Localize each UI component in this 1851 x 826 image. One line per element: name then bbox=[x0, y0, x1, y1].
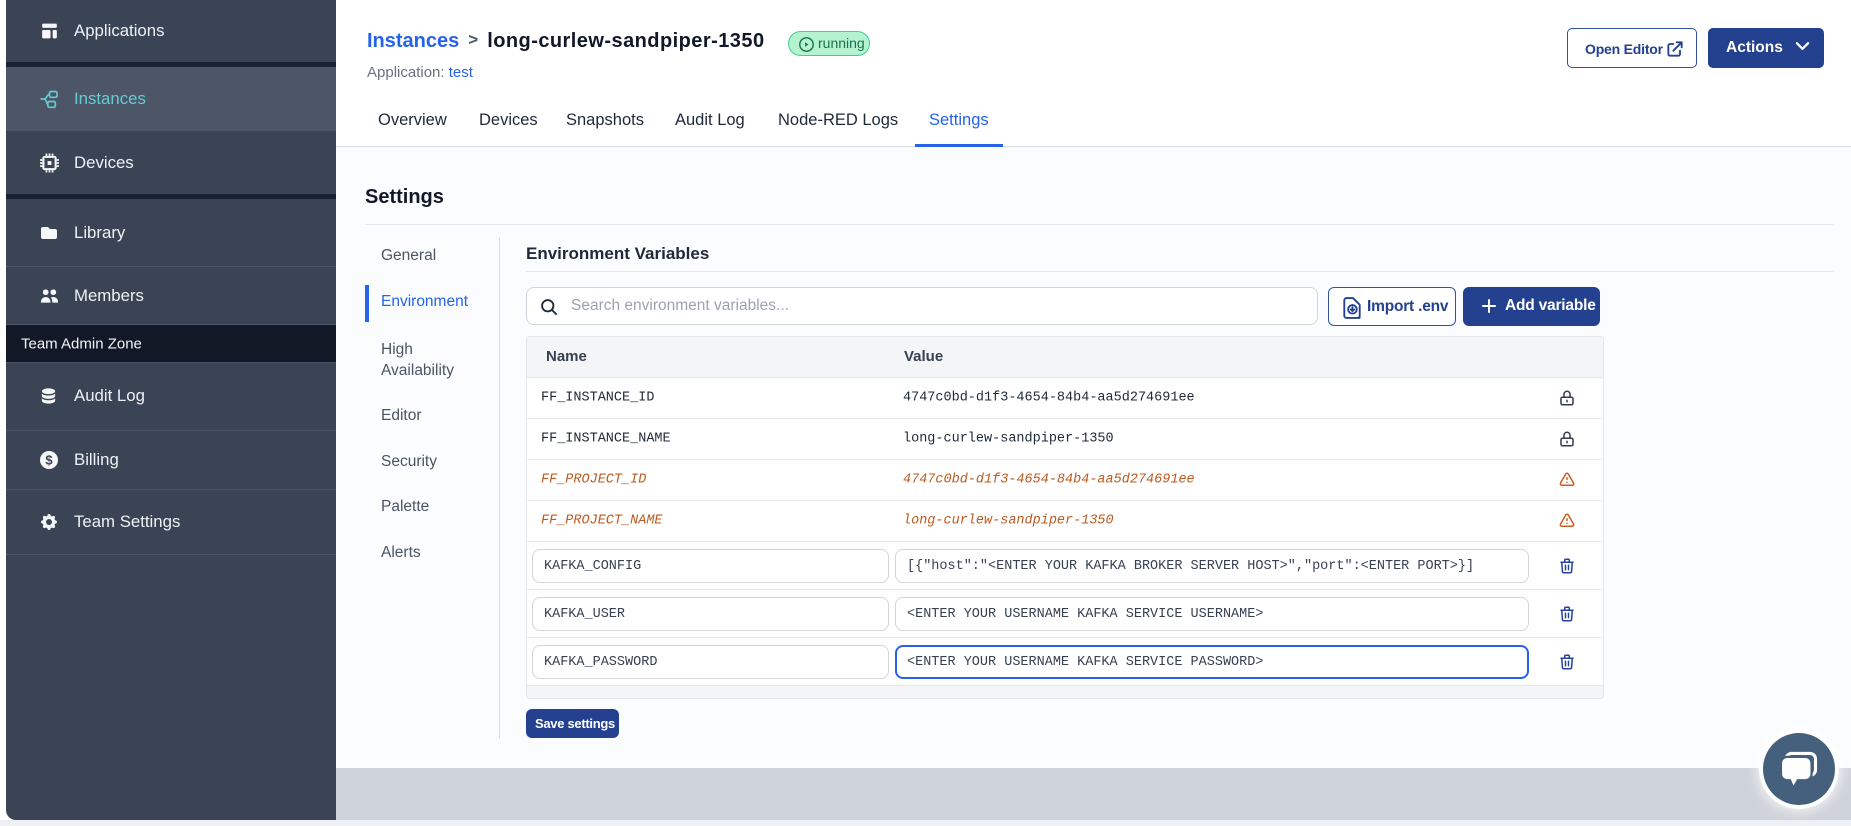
svg-text:$: $ bbox=[45, 452, 53, 467]
